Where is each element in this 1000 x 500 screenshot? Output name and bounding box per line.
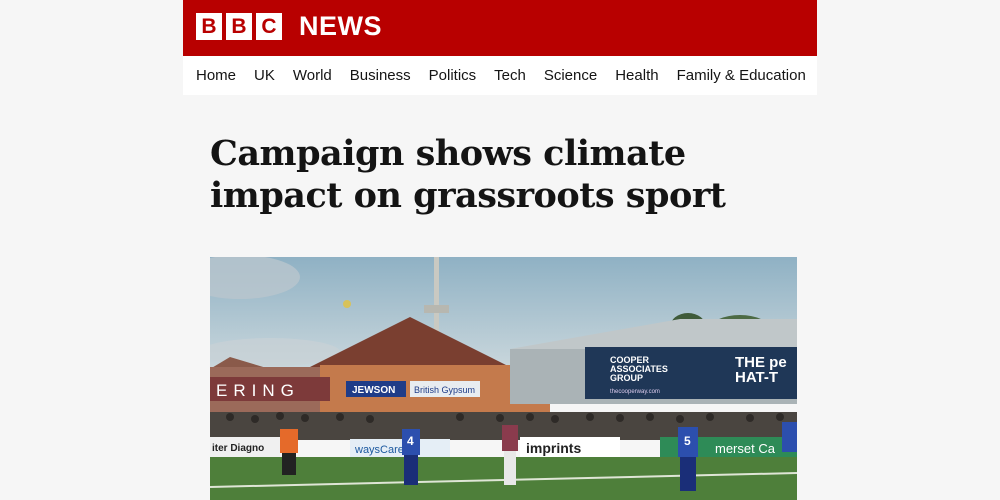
bbc-logo-block-b1: B	[196, 13, 222, 40]
floodlight-lamp	[424, 305, 449, 313]
main-navigation: Home UK World Business Politics Tech Sci…	[183, 56, 817, 95]
cooper-sign-line3: GROUP	[610, 373, 643, 383]
football	[343, 300, 351, 308]
player-blue-right	[782, 422, 797, 452]
cooper-sign-web: thecooperway.com	[610, 389, 660, 395]
board-somerset-text: merset Ca	[715, 441, 776, 456]
nav-item-uk[interactable]: UK	[254, 67, 275, 84]
british-gypsum-text: British Gypsum	[414, 385, 475, 395]
jewson-text: JEWSON	[352, 385, 395, 396]
nav-item-world[interactable]: World	[293, 67, 332, 84]
player-blue-5: 5	[678, 427, 698, 491]
board-wayscare-text: waysCare	[354, 444, 404, 456]
article-headline: Campaign shows climate impact on grassro…	[210, 133, 726, 216]
player-blue-5-number: 5	[684, 434, 691, 448]
bbc-logo[interactable]: B B C	[196, 13, 282, 40]
board-imprints-text: imprints	[526, 440, 581, 456]
hero-image-football-match: COOPER ASSOCIATES GROUP thecooperway.com…	[210, 257, 797, 500]
nav-item-home[interactable]: Home	[196, 67, 236, 84]
player-blue-4: 4	[402, 429, 420, 485]
club-banner-text: ERING	[216, 381, 300, 400]
player-blue-4-number: 4	[407, 434, 414, 448]
nav-item-business[interactable]: Business	[350, 67, 411, 84]
nav-item-science[interactable]: Science	[544, 67, 597, 84]
bbc-logo-block-c: C	[256, 13, 282, 40]
bbc-news-masthead: B B C NEWS	[183, 0, 817, 56]
nav-item-family-education[interactable]: Family & Education	[677, 67, 806, 84]
hat-sign-line2: HAT-T	[735, 369, 778, 386]
nav-item-health[interactable]: Health	[615, 67, 658, 84]
nav-item-tech[interactable]: Tech	[494, 67, 526, 84]
bbc-logo-block-b2: B	[226, 13, 252, 40]
player-orange	[280, 429, 298, 475]
pitch	[210, 457, 797, 500]
board-diagnostic-text: iter Diagno	[212, 443, 264, 454]
player-claret	[502, 425, 518, 485]
news-wordmark[interactable]: NEWS	[299, 10, 382, 42]
nav-item-politics[interactable]: Politics	[429, 67, 477, 84]
